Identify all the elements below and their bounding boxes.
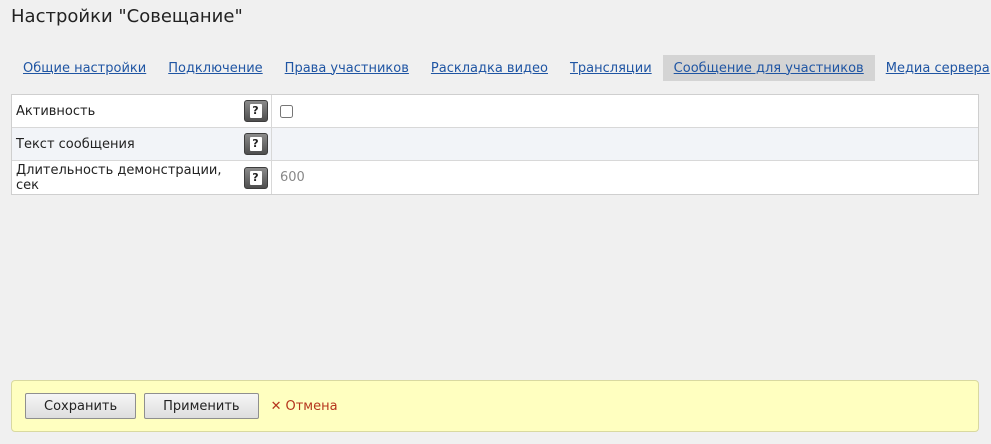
- setting-label-duration: Длительность демонстрации, сек: [16, 162, 222, 193]
- setting-row-duration: Длительность демонстрации, сек ?: [12, 161, 978, 194]
- message-text-input[interactable]: [278, 128, 978, 160]
- tab-media-servers[interactable]: Медиа сервера: [875, 55, 991, 81]
- close-icon: ✕: [270, 398, 282, 414]
- setting-row-activity: Активность ?: [12, 95, 978, 128]
- setting-label-activity: Активность: [16, 103, 96, 119]
- cancel-link[interactable]: ✕ Отмена: [271, 399, 338, 414]
- page-title: Настройки "Совещание": [11, 6, 243, 27]
- tab-bar: Общие настройки Подключение Права участн…: [12, 55, 991, 81]
- tab-broadcasts[interactable]: Трансляции: [559, 55, 663, 81]
- setting-row-message-text: Текст сообщения ?: [12, 128, 978, 161]
- setting-label-message-text: Текст сообщения: [16, 136, 135, 152]
- save-button[interactable]: Сохранить: [25, 393, 137, 419]
- help-icon[interactable]: ?: [243, 100, 268, 122]
- settings-table: Активность ? Текст сообщения ? Длительно…: [11, 94, 979, 195]
- cancel-label: Отмена: [285, 398, 338, 414]
- tab-video-layout[interactable]: Раскладка видео: [420, 55, 559, 81]
- duration-input[interactable]: [278, 169, 478, 186]
- activity-checkbox[interactable]: [280, 104, 293, 118]
- tab-participant-message[interactable]: Сообщение для участников: [662, 55, 875, 81]
- action-bar: Сохранить Применить ✕ Отмена: [11, 380, 979, 432]
- help-icon[interactable]: ?: [243, 133, 268, 155]
- tab-participant-rights[interactable]: Права участников: [274, 55, 420, 81]
- help-icon[interactable]: ?: [243, 166, 268, 189]
- apply-button[interactable]: Применить: [144, 393, 259, 419]
- tab-connection[interactable]: Подключение: [157, 55, 273, 81]
- tab-general-settings[interactable]: Общие настройки: [12, 55, 157, 81]
